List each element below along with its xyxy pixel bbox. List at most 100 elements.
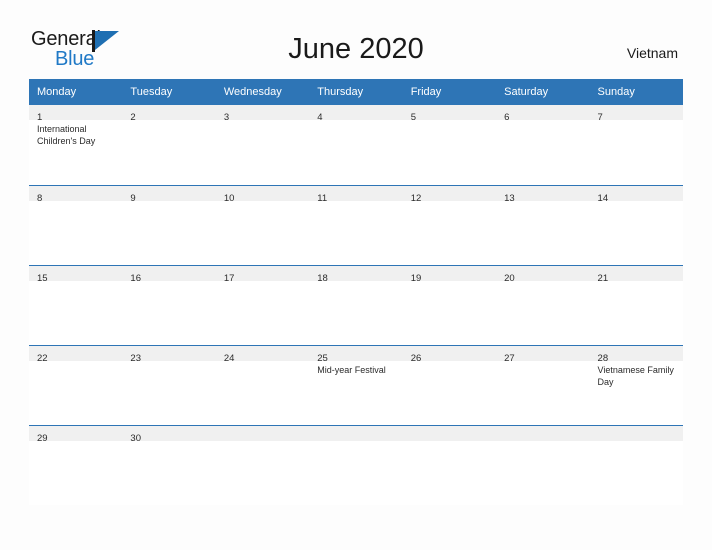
calendar-day-cell[interactable]: 26	[402, 345, 497, 425]
calendar-day-cell[interactable]: 24	[215, 345, 310, 425]
calendar-day-cell[interactable]: 30	[122, 425, 216, 505]
calendar-day-cell[interactable]: 9	[122, 185, 216, 265]
day-number: 15	[37, 273, 48, 284]
calendar-week-row: 8 9 10 11 12 13 14	[29, 185, 683, 265]
day-number-band	[215, 426, 310, 441]
day-number: 25	[317, 353, 328, 364]
calendar-day-cell[interactable]: 8	[29, 185, 123, 265]
weekday-header-friday: Friday	[402, 79, 497, 105]
day-events: International Children's Day	[29, 120, 122, 147]
day-number-band: 4	[309, 105, 403, 123]
calendar-day-cell[interactable]: 28 Vietnamese Family Day	[589, 345, 683, 425]
day-number-band: 8	[29, 186, 123, 204]
day-events: Mid-year Festival	[309, 361, 402, 376]
calendar-week-row: 1 International Children's Day 2 3 4 5 6 7	[29, 105, 683, 185]
day-number-band: 22	[29, 346, 123, 364]
day-number-band	[496, 426, 590, 441]
day-number-band: 26	[402, 346, 497, 364]
day-number-band: 19	[402, 266, 497, 284]
day-number: 28	[597, 353, 609, 364]
calendar-empty-cell	[589, 425, 683, 505]
calendar-empty-cell	[215, 425, 310, 505]
calendar-day-cell[interactable]: 11	[309, 185, 403, 265]
event-label: Children's Day	[37, 136, 96, 146]
calendar-header-row: Monday Tuesday Wednesday Thursday Friday…	[29, 79, 683, 105]
day-number-band: 15	[29, 266, 123, 284]
weekday-header-sunday: Sunday	[589, 79, 683, 105]
day-number: 9	[130, 193, 136, 204]
country-label: Vietnam	[626, 45, 678, 61]
day-number: 10	[223, 193, 235, 204]
day-number: 8	[37, 193, 43, 204]
calendar-week-row: 22 23 24 25 Mid-year Festival 26 27 28 Vietnames…	[29, 345, 683, 425]
day-events	[216, 441, 309, 444]
day-number: 19	[410, 273, 422, 284]
day-number-band: 28	[589, 346, 683, 364]
day-number-band: 27	[496, 346, 590, 364]
day-number: 3	[223, 112, 230, 123]
calendar-day-cell[interactable]: 27	[496, 345, 590, 425]
day-number: 22	[37, 353, 48, 364]
calendar-day-cell[interactable]: 16	[122, 265, 216, 345]
event-label: International	[37, 124, 87, 134]
calendar-day-cell[interactable]: 19	[402, 265, 497, 345]
calendar-day-cell[interactable]: 22	[29, 345, 123, 425]
day-number-band: 12	[402, 186, 497, 204]
weekday-header-thursday: Thursday	[309, 79, 403, 105]
day-number-band: 3	[215, 105, 310, 123]
day-number: 6	[504, 112, 510, 123]
calendar-day-cell[interactable]: 18	[309, 265, 403, 345]
calendar-day-cell[interactable]: 1 International Children's Day	[29, 105, 123, 185]
calendar-day-cell[interactable]: 23	[122, 345, 216, 425]
day-events	[29, 201, 122, 204]
day-events	[403, 120, 496, 123]
calendar-day-cell[interactable]: 12	[402, 185, 497, 265]
day-number-band: 13	[496, 186, 590, 204]
calendar-empty-cell	[309, 425, 403, 505]
calendar-day-cell[interactable]: 6	[496, 105, 590, 185]
day-events	[496, 120, 589, 123]
calendar-day-cell[interactable]: 7	[589, 105, 683, 185]
day-events: Vietnamese Family Day	[590, 361, 683, 388]
day-number: 14	[597, 193, 609, 204]
calendar-day-cell[interactable]: 17	[215, 265, 310, 345]
calendar-day-cell[interactable]: 15	[29, 265, 123, 345]
calendar-day-cell[interactable]: 3	[215, 105, 310, 185]
event-label: Vietnamese Family	[597, 365, 674, 375]
day-events	[309, 120, 402, 123]
day-events	[590, 120, 683, 123]
calendar-day-cell[interactable]: 13	[496, 185, 590, 265]
calendar-week-row: 29 30	[29, 425, 683, 505]
day-number: 24	[223, 353, 235, 364]
day-number: 23	[130, 353, 141, 364]
day-number: 30	[130, 433, 141, 444]
calendar-day-cell[interactable]: 10	[215, 185, 310, 265]
calendar-day-cell[interactable]: 29	[29, 425, 123, 505]
day-number: 4	[317, 112, 323, 123]
calendar-day-cell[interactable]: 2	[122, 105, 216, 185]
calendar-day-cell[interactable]: 21	[589, 265, 683, 345]
day-events	[216, 120, 309, 123]
calendar-table: Monday Tuesday Wednesday Thursday Friday…	[29, 79, 683, 505]
event-label: Day	[597, 377, 614, 387]
weekday-header-saturday: Saturday	[496, 79, 590, 105]
calendar-day-cell[interactable]: 25 Mid-year Festival	[309, 345, 403, 425]
day-number: 7	[597, 112, 603, 123]
calendar-page: General Blue June 2020 Vietnam Monday Tu…	[0, 0, 712, 550]
page-header: General Blue June 2020 Vietnam	[0, 0, 712, 76]
day-number-band	[309, 426, 403, 441]
day-number: 12	[410, 193, 422, 204]
calendar-day-cell[interactable]: 4	[309, 105, 403, 185]
calendar-grid: Monday Tuesday Wednesday Thursday Friday…	[29, 79, 683, 505]
day-number-band: 25	[309, 346, 403, 364]
day-number-band: 20	[496, 266, 590, 284]
calendar-day-cell[interactable]: 5	[402, 105, 497, 185]
day-number-band: 10	[215, 186, 310, 204]
day-number-band: 7	[589, 105, 683, 123]
calendar-day-cell[interactable]: 20	[496, 265, 590, 345]
day-number: 21	[597, 273, 609, 284]
day-events	[403, 441, 496, 444]
calendar-day-cell[interactable]: 14	[589, 185, 683, 265]
weekday-header-wednesday: Wednesday	[215, 79, 310, 105]
day-number: 18	[317, 273, 328, 284]
